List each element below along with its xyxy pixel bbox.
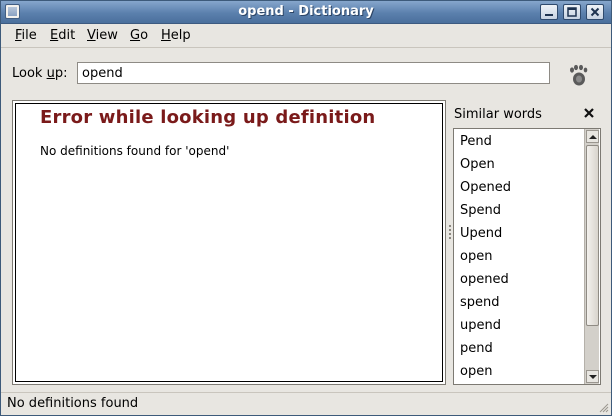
minimize-button[interactable] <box>540 4 558 20</box>
list-item[interactable]: Pend <box>460 130 492 153</box>
close-button[interactable] <box>586 4 604 20</box>
minimize-icon <box>545 14 553 16</box>
list-item[interactable]: pend <box>460 337 493 360</box>
error-message: No definitions found for 'opend' <box>40 144 230 158</box>
lookup-label: Look up: <box>12 66 68 81</box>
sidebar-close-icon[interactable] <box>582 106 596 120</box>
menu-edit[interactable]: Edit <box>50 28 75 43</box>
sidebar-title: Similar words <box>454 107 542 122</box>
list-item[interactable]: Opened <box>460 176 511 199</box>
menu-view[interactable]: View <box>87 28 118 43</box>
scroll-down-button[interactable] <box>586 370 599 383</box>
list-item[interactable]: upend <box>460 314 501 337</box>
definition-pane[interactable]: Error while looking up definition No def… <box>12 100 446 385</box>
maximize-icon <box>567 7 577 17</box>
resize-grip-icon[interactable] <box>597 401 609 413</box>
title-bar[interactable]: opend - Dictionary <box>1 1 611 24</box>
status-text: No definitions found <box>7 396 139 411</box>
list-item[interactable]: open <box>460 245 492 268</box>
menu-go[interactable]: Go <box>130 28 148 43</box>
arrow-down-icon <box>589 375 597 379</box>
list-item[interactable]: open <box>460 360 492 383</box>
gnome-foot-icon <box>570 64 588 86</box>
menu-file[interactable]: File <box>15 28 37 43</box>
list-item[interactable]: Upend <box>460 222 502 245</box>
list-item[interactable]: Spend <box>460 199 501 222</box>
list-item[interactable]: spend <box>460 291 500 314</box>
list-item[interactable]: opened <box>460 268 509 291</box>
dictionary-window: opend - Dictionary File Edit View Go Hel… <box>0 0 612 416</box>
error-title: Error while looking up definition <box>40 107 376 128</box>
pane-resize-handle[interactable] <box>448 225 452 243</box>
maximize-button[interactable] <box>563 4 581 20</box>
similar-words-list[interactable]: Pend Open Opened Spend Upend open opened… <box>453 128 601 385</box>
list-item[interactable]: Open <box>460 153 495 176</box>
definition-view: Error while looking up definition No def… <box>15 103 443 382</box>
status-bar: No definitions found <box>1 392 611 415</box>
window-title: opend - Dictionary <box>238 4 374 19</box>
scroll-thumb[interactable] <box>586 145 599 326</box>
close-icon <box>590 7 600 17</box>
menu-help[interactable]: Help <box>161 28 191 43</box>
sidebar-header: Similar words <box>453 104 601 126</box>
arrow-up-icon <box>589 135 597 139</box>
similar-words-scrollbar[interactable] <box>584 129 599 384</box>
scroll-up-button[interactable] <box>586 130 599 143</box>
menu-bar: File Edit View Go Help <box>1 24 611 48</box>
lookup-input[interactable] <box>77 62 550 84</box>
